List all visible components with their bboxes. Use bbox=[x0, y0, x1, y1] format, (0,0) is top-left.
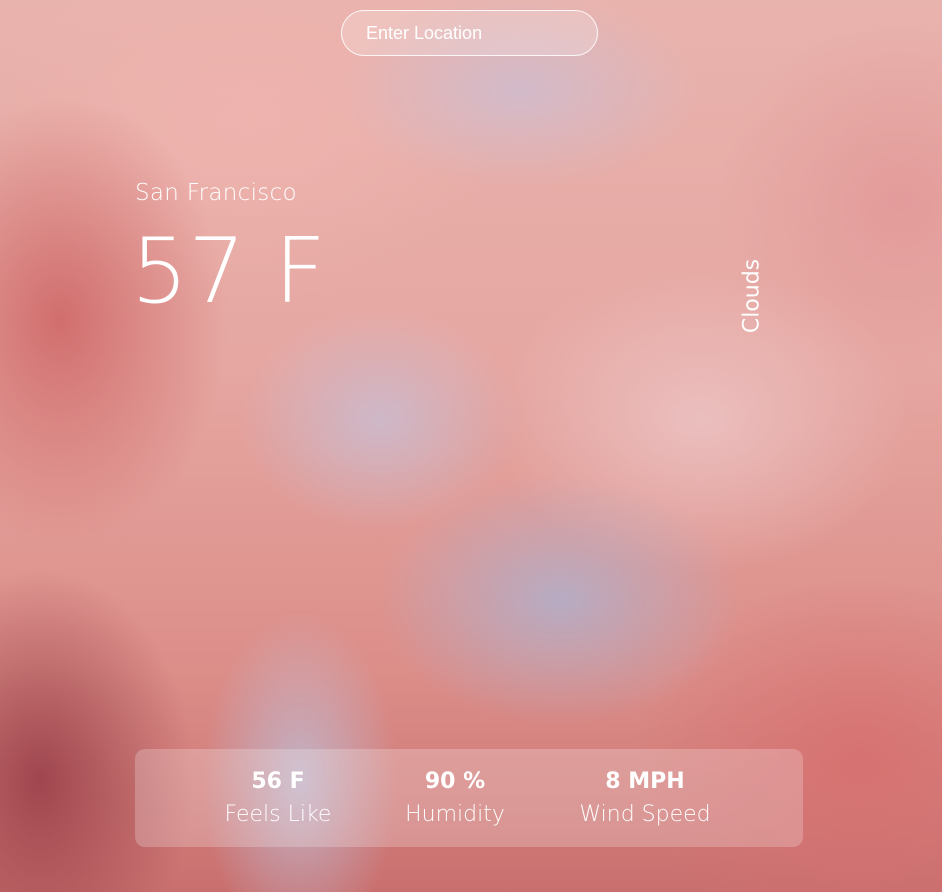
location-name: San Francisco bbox=[135, 180, 297, 206]
weather-condition: Clouds bbox=[730, 256, 774, 336]
current-temperature: 57 F bbox=[131, 219, 326, 324]
humidity-stat: 90 % Humidity bbox=[395, 767, 515, 833]
humidity-label: Humidity bbox=[405, 802, 505, 827]
weather-stats-panel: 56 F Feels Like 90 % Humidity 8 MPH Wind… bbox=[135, 749, 803, 847]
feels-like-stat: 56 F Feels Like bbox=[215, 767, 341, 833]
feels-like-value: 56 F bbox=[251, 769, 305, 794]
location-search-input[interactable] bbox=[341, 10, 598, 56]
wind-speed-stat: 8 MPH Wind Speed bbox=[571, 767, 719, 833]
wind-speed-value: 8 MPH bbox=[605, 769, 685, 794]
humidity-value: 90 % bbox=[424, 769, 486, 794]
search-container bbox=[341, 10, 598, 56]
wind-speed-label: Wind Speed bbox=[579, 802, 711, 827]
feels-like-label: Feels Like bbox=[224, 802, 332, 827]
weather-condition-label: Clouds bbox=[739, 258, 765, 334]
